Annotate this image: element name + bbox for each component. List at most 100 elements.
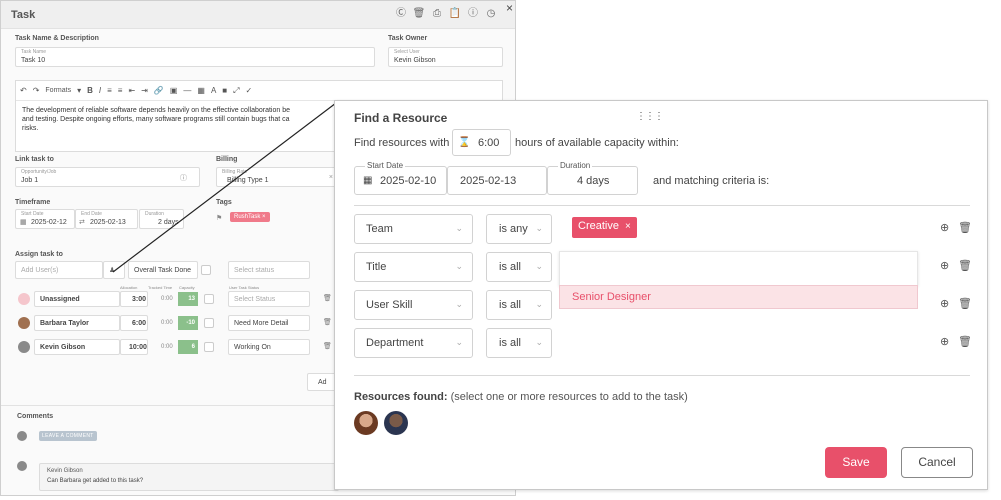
criteria-field-select[interactable]: User Skill ⌄ (354, 290, 473, 320)
end-date-value: 2025-02-13 (460, 175, 517, 187)
assignee-status-dropdown[interactable]: Working On (228, 339, 310, 355)
trash-icon[interactable]: 🗑 (323, 318, 332, 326)
overall-done-checkbox[interactable] (201, 265, 211, 275)
avatar (17, 461, 27, 471)
add-users-input[interactable]: Add User(s) (15, 261, 103, 279)
criteria-field-select[interactable]: Team ⌄ (354, 214, 473, 244)
remove-tag-icon[interactable]: × (262, 214, 266, 220)
save-button[interactable]: Save (825, 447, 887, 478)
trash-icon[interactable]: 🗑 (323, 294, 332, 302)
start-date-input[interactable]: Start Date ▦ 2025-02-10 (354, 161, 447, 195)
add-assignee-button[interactable]: Ad (307, 373, 337, 391)
avatar (18, 293, 30, 305)
billing-field[interactable]: Billing Rate Billing Type 1 × (216, 167, 338, 187)
criteria-chip[interactable]: Creative × (572, 217, 637, 238)
dollar-icon[interactable]: Ⓒ (392, 6, 410, 22)
add-circle-icon[interactable]: ⊕ (940, 259, 949, 272)
criteria-operator-value: is all (499, 299, 522, 311)
resource-avatar[interactable] (384, 411, 408, 435)
start-date-field[interactable]: Start Date 2025-02-12 ▦ (15, 209, 75, 229)
check-icon[interactable]: ✓ (246, 86, 253, 95)
avatar (17, 431, 27, 441)
trash-icon[interactable]: 🗑 (323, 342, 332, 350)
info-icon: ⓘ (180, 175, 187, 182)
assignee-name: Barbara Taylor (40, 320, 89, 327)
assignee-done-checkbox[interactable] (204, 342, 214, 352)
criteria-field-select[interactable]: Department ⌄ (354, 328, 473, 358)
duration-input[interactable]: Duration 4 days (547, 161, 638, 195)
table-icon[interactable]: ▦ (197, 86, 205, 95)
tag-chip[interactable]: RushTask × (230, 212, 270, 222)
divider (354, 205, 970, 206)
task-name-field[interactable]: Task Name Task 10 (15, 47, 375, 67)
add-circle-icon[interactable]: ⊕ (940, 297, 949, 310)
bold-icon[interactable]: B (87, 86, 93, 95)
dialog-title: Find a Resource (354, 111, 448, 125)
trash-icon[interactable]: 🗑 (958, 221, 972, 234)
assignee-done-checkbox[interactable] (204, 318, 214, 328)
undo-icon[interactable]: ↶ (20, 86, 27, 95)
task-owner-field[interactable]: Select User Kevin Gibson (388, 47, 503, 67)
text-color-icon[interactable]: A (211, 86, 216, 95)
indent-icon[interactable]: ⇥ (141, 86, 148, 95)
numbered-list-icon[interactable]: ≡ (118, 86, 123, 95)
close-icon[interactable]: × (506, 1, 513, 15)
assignee-status-dropdown[interactable]: Select Status (228, 291, 310, 307)
drag-handle-icon[interactable]: ⋮⋮⋮ (636, 111, 664, 122)
find-suffix-text: hours of available capacity within: (515, 137, 679, 149)
trash-icon[interactable]: 🗑 (958, 259, 972, 272)
capacity-value: -10 (178, 316, 198, 330)
allocation-field[interactable]: 6:00 (120, 315, 148, 331)
formats-dropdown[interactable]: Formats (45, 87, 71, 94)
trash-icon[interactable]: 🗑 (410, 6, 428, 22)
assignee-status-dropdown[interactable]: Need More Detail (228, 315, 310, 331)
end-date-input[interactable]: 2025-02-13 (447, 166, 547, 195)
clear-icon[interactable]: × (329, 174, 333, 181)
criteria-operator-select[interactable]: is any ⌄ (486, 214, 552, 244)
cancel-button[interactable]: Cancel (901, 447, 973, 478)
clipboard-icon[interactable]: 📋 (446, 6, 464, 22)
criteria-field-value: Department (366, 337, 424, 349)
criteria-field-select[interactable]: Title ⌄ (354, 252, 473, 282)
dropdown-option[interactable]: Senior Designer (559, 285, 918, 309)
editor-toolbar: ↶ ↷ Formats ▾ B I ≡ ≡ ⇤ ⇥ 🔗 ▣ — ▦ A ■ ⤢ … (16, 81, 502, 101)
criteria-operator-select[interactable]: is all ⌄ (486, 290, 552, 320)
allocation-field[interactable]: 10:00 (120, 339, 148, 355)
link-task-field[interactable]: Opportunity/Job Job 1 ⓘ (15, 167, 200, 187)
clock-icon[interactable]: ◷ (482, 6, 500, 22)
link-icon[interactable]: 🔗 (154, 86, 164, 95)
fullscreen-icon[interactable]: ⤢ (233, 86, 239, 96)
leave-comment-button[interactable]: LEAVE A COMMENT (39, 431, 97, 441)
chevron-down-icon: ⌄ (455, 261, 463, 271)
select-status-dropdown[interactable]: Select status (228, 261, 310, 279)
trash-icon[interactable]: 🗑 (958, 335, 972, 348)
hours-input[interactable]: ⌛ 6:00 (452, 129, 511, 156)
find-resource-button[interactable]: ♟ (103, 261, 125, 279)
avatar (18, 317, 30, 329)
print-icon[interactable]: ⎙ (428, 6, 446, 22)
image-icon[interactable]: ▣ (170, 86, 178, 95)
resource-avatar[interactable] (354, 411, 378, 435)
allocation-field[interactable]: 3:00 (120, 291, 148, 307)
add-circle-icon[interactable]: ⊕ (940, 221, 949, 234)
criteria-operator-select[interactable]: is all ⌄ (486, 328, 552, 358)
criteria-field-value: Title (366, 261, 387, 273)
horizontal-rule-icon[interactable]: — (183, 86, 191, 95)
trash-icon[interactable]: 🗑 (958, 297, 972, 310)
italic-icon[interactable]: I (99, 86, 101, 95)
help-icon[interactable]: ⓘ (464, 6, 482, 22)
redo-icon[interactable]: ↷ (33, 86, 40, 95)
outdent-icon[interactable]: ⇤ (128, 86, 135, 95)
assignee-name-field: Barbara Taylor (34, 315, 120, 331)
bullet-list-icon[interactable]: ≡ (107, 86, 112, 95)
remove-chip-icon[interactable]: × (625, 221, 631, 232)
bg-color-icon[interactable]: ■ (222, 86, 227, 95)
duration-field[interactable]: Duration 2 days (139, 209, 184, 229)
end-date-field[interactable]: End Date 2025-02-13 ⇄ (75, 209, 138, 229)
assignee-done-checkbox[interactable] (204, 294, 214, 304)
criteria-operator-select[interactable]: is all ⌄ (486, 252, 552, 282)
title-search-input[interactable] (559, 251, 918, 286)
assignee-status-value: Working On (234, 344, 271, 351)
link-value: Job 1 (21, 177, 39, 184)
add-circle-icon[interactable]: ⊕ (940, 335, 949, 348)
